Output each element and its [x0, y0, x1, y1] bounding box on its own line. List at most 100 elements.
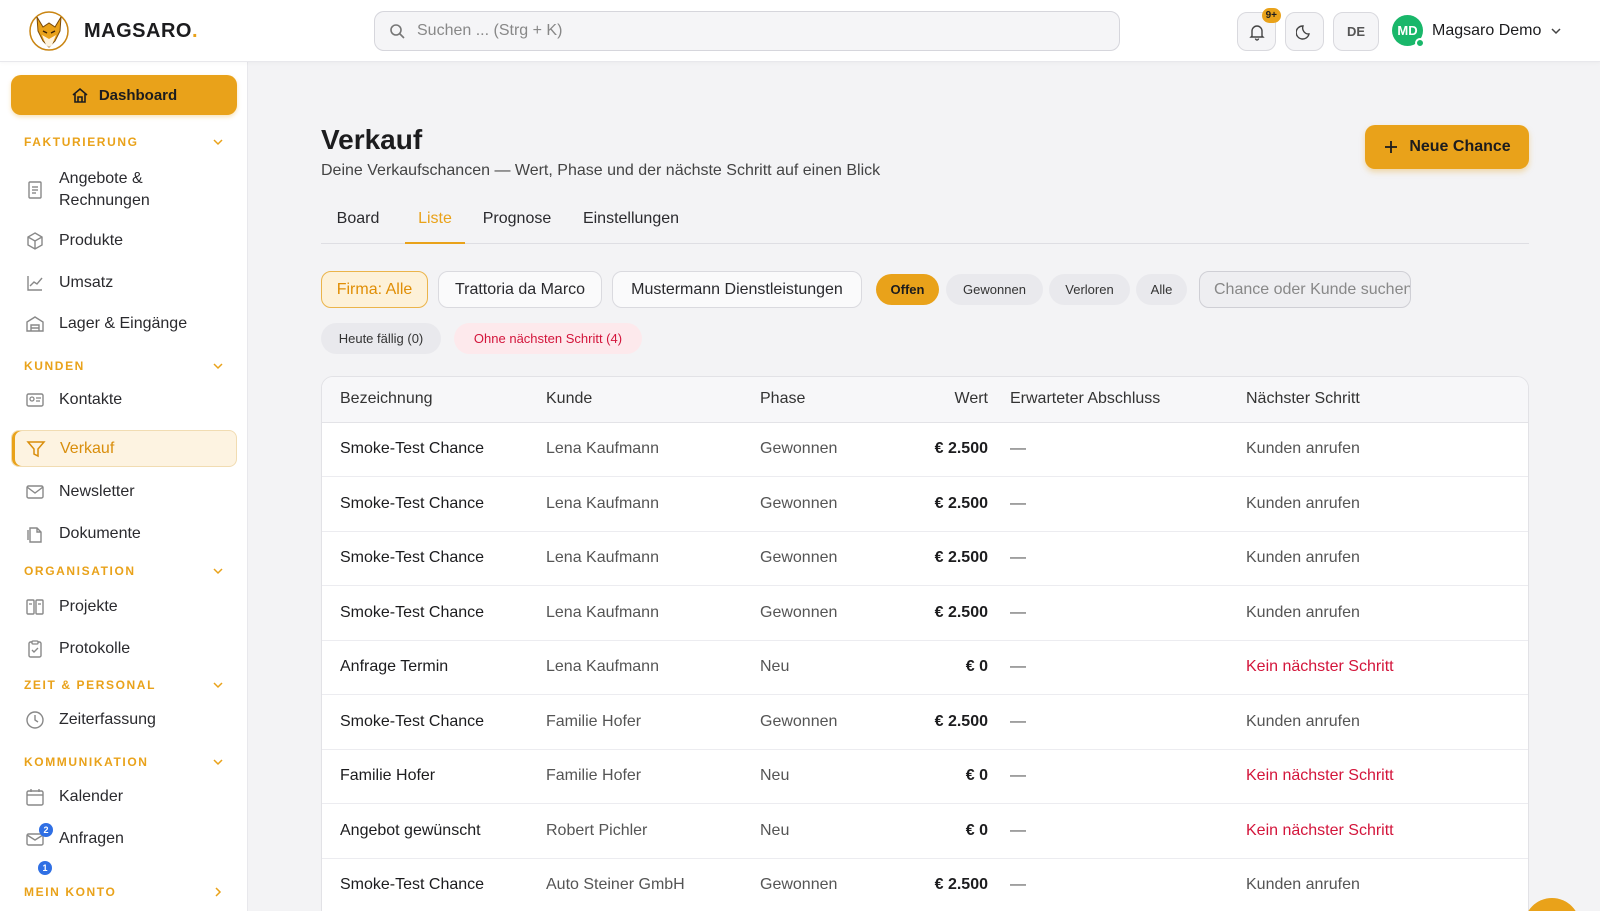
filter-status-offen[interactable]: Offen [876, 274, 939, 305]
brand-name[interactable]: MAGSARO. [84, 20, 198, 43]
sidebar-item-verkauf[interactable]: Verkauf [11, 430, 237, 467]
notifications-button[interactable]: 9+ [1237, 8, 1281, 51]
cell-phase: Gewonnen [760, 531, 884, 586]
column-header-phase[interactable]: Phase [760, 377, 884, 423]
table-body: Smoke-Test Chance Lena Kaufmann Gewonnen € … [322, 422, 1528, 911]
sidebar-item-lager[interactable]: Lager & Eingänge [11, 308, 237, 340]
filter-no-next-step[interactable]: Ohne nächsten Schritt (4) [454, 323, 642, 354]
chevron-down-icon [213, 139, 223, 146]
new-opportunity-button[interactable]: Neue Chance [1365, 125, 1529, 169]
global-search[interactable] [374, 11, 1120, 51]
cell-phase: Neu [760, 803, 884, 859]
search-input[interactable] [417, 22, 1097, 40]
filter-company-trattoria[interactable]: Trattoria da Marco [438, 271, 602, 308]
view-tabs: Board Liste Prognose Einstellungen [321, 204, 1529, 244]
cell-abschluss: — [1010, 858, 1246, 911]
search-icon [390, 24, 405, 39]
cell-bezeichnung: Smoke-Test Chance [322, 531, 546, 586]
fox-logo-icon[interactable] [28, 9, 70, 53]
sidebar-item-newsletter[interactable]: Newsletter [11, 476, 237, 508]
cell-phase: Neu [760, 640, 884, 695]
dashboard-button[interactable]: Dashboard [11, 75, 237, 115]
sidebar-item-angebote-rechnungen[interactable]: Angebote & Rechnungen [11, 166, 237, 214]
cell-wert: € 2.500 [884, 585, 1010, 641]
section-zeit-personal[interactable]: ZEIT & PERSONAL [24, 678, 224, 692]
table-row[interactable]: Angebot gewünscht Robert Pichler Neu € 0— Ke… [322, 803, 1528, 859]
sidebar: Dashboard FAKTURIERUNG Angebote & Rechnu… [0, 62, 248, 911]
sidebar-item-umsatz[interactable]: Umsatz [11, 267, 237, 299]
plus-icon [1385, 141, 1398, 153]
section-organisation[interactable]: ORGANISATION [24, 564, 224, 578]
cell-naechster-schritt: Kein nächster Schritt [1246, 803, 1528, 859]
cell-naechster-schritt: Kunden anrufen [1246, 858, 1528, 911]
table-row[interactable]: Smoke-Test Chance Lena Kaufmann Gewonnen € … [322, 585, 1528, 641]
tab-liste[interactable]: Liste [405, 204, 465, 244]
section-mein-konto[interactable]: MEIN KONTO [24, 885, 224, 899]
filter-company-mustermann[interactable]: Mustermann Dienstleistungen [612, 271, 862, 308]
section-fakturierung[interactable]: FAKTURIERUNG [24, 135, 224, 149]
sidebar-item-zeiterfassung[interactable]: Zeiterfassung [11, 704, 237, 736]
moon-icon [1295, 24, 1310, 40]
cell-wert: € 2.500 [884, 858, 1010, 911]
sidebar-item-produkte[interactable]: Produkte [11, 225, 237, 257]
home-icon [72, 87, 88, 103]
sidebar-item-kalender[interactable]: Kalender [11, 781, 237, 813]
chart-line-icon [27, 276, 43, 291]
tab-prognose[interactable]: Prognose [475, 204, 559, 244]
cell-kunde: Lena Kaufmann [546, 531, 760, 586]
column-header-bezeichnung[interactable]: Bezeichnung [322, 377, 546, 423]
cell-bezeichnung: Anfrage Termin [322, 640, 546, 695]
section-kunden[interactable]: KUNDEN [24, 359, 224, 373]
sidebar-item-kontakte[interactable]: Kontakte [11, 384, 237, 416]
documents-icon [27, 527, 42, 543]
table-row[interactable]: Smoke-Test Chance Lena Kaufmann Gewonnen € … [322, 422, 1528, 477]
cell-abschluss: — [1010, 803, 1246, 859]
sidebar-item-dokumente[interactable]: Dokumente [11, 518, 237, 550]
table-row[interactable]: Smoke-Test Chance Lena Kaufmann Gewonnen € … [322, 476, 1528, 532]
tab-board[interactable]: Board [321, 204, 395, 244]
filter-status-verloren[interactable]: Verloren [1049, 274, 1130, 305]
cell-abschluss: — [1010, 531, 1246, 586]
chevron-down-icon [213, 682, 223, 689]
section-kommunikation[interactable]: KOMMUNIKATION [24, 755, 224, 769]
cell-bezeichnung: Smoke-Test Chance [322, 694, 546, 750]
table-row[interactable]: Anfrage Termin Lena Kaufmann Neu € 0— Kein n… [322, 640, 1528, 695]
cell-phase: Gewonnen [760, 858, 884, 911]
page-subtitle: Deine Verkaufschancen — Wert, Phase und … [321, 162, 881, 179]
sidebar-item-projekte[interactable]: Projekte [11, 591, 237, 623]
column-header-naechster-schritt[interactable]: Nächster Schritt [1246, 377, 1528, 423]
opportunity-search-input[interactable] [1199, 271, 1411, 308]
cell-wert: € 0 [884, 803, 1010, 859]
sidebar-item-anfragen[interactable]: 2 Anfragen [11, 823, 237, 855]
funnel-icon [26, 440, 46, 457]
cell-phase: Gewonnen [760, 422, 884, 477]
column-header-abschluss[interactable]: Erwarteter Abschluss [1010, 377, 1246, 423]
filter-status-gewonnen[interactable]: Gewonnen [946, 274, 1043, 305]
language-switcher[interactable]: DE [1333, 12, 1379, 51]
cell-abschluss: — [1010, 585, 1246, 641]
cell-bezeichnung: Angebot gewünscht [322, 803, 546, 859]
filter-company-all[interactable]: Firma: Alle [321, 271, 428, 308]
cell-bezeichnung: Smoke-Test Chance [322, 476, 546, 532]
table-row[interactable]: Smoke-Test Chance Familie Hofer Gewonnen € … [322, 694, 1528, 750]
table-row[interactable]: Smoke-Test Chance Lena Kaufmann Gewonnen € … [322, 531, 1528, 586]
user-menu[interactable]: MD Magsaro Demo [1392, 15, 1563, 48]
table-row[interactable]: Familie Hofer Familie Hofer Neu € 0— Kein nä… [322, 749, 1528, 804]
main-content: Verkauf Deine Verkaufschancen — Wert, Ph… [248, 62, 1600, 911]
filter-status-alle[interactable]: Alle [1136, 274, 1187, 305]
konto-badge: 1 [38, 861, 52, 875]
contact-card-icon [26, 393, 44, 407]
cell-phase: Gewonnen [760, 694, 884, 750]
column-header-kunde[interactable]: Kunde [546, 377, 760, 423]
tab-einstellungen[interactable]: Einstellungen [571, 204, 691, 244]
sidebar-item-protokolle[interactable]: Protokolle [11, 633, 237, 665]
cell-kunde: Lena Kaufmann [546, 585, 760, 641]
dark-mode-toggle[interactable] [1285, 12, 1324, 51]
chevron-down-icon [213, 568, 223, 575]
table-header-row: Bezeichnung Kunde Phase Wert Erwarteter … [322, 377, 1528, 423]
page-title: Verkauf [321, 124, 423, 155]
filter-due-today[interactable]: Heute fällig (0) [321, 323, 441, 354]
column-header-wert[interactable]: Wert [884, 377, 1010, 423]
table-row[interactable]: Smoke-Test Chance Auto Steiner GmbH Gewonn… [322, 858, 1528, 911]
clipboard-check-icon [28, 640, 42, 658]
